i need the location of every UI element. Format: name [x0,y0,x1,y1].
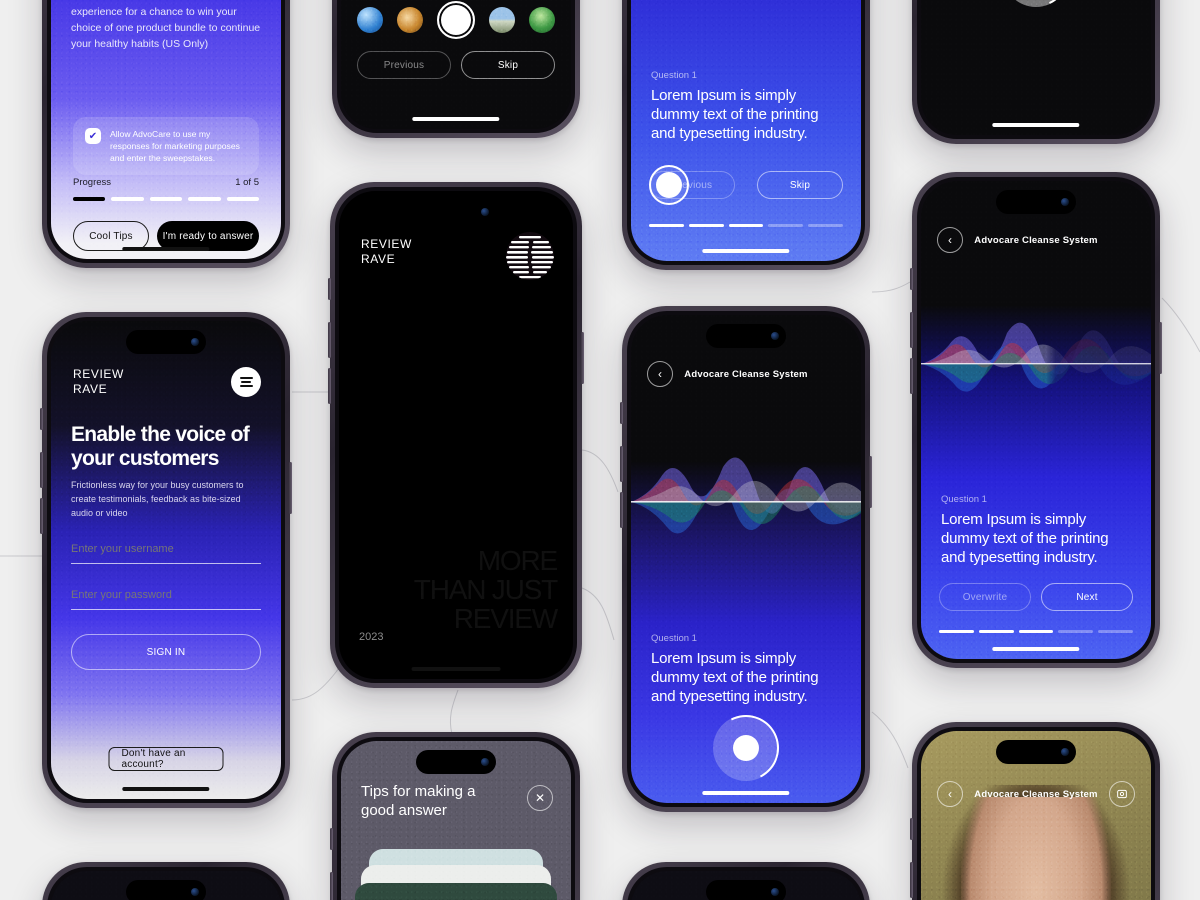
sign-in-button[interactable]: SIGN IN [71,634,261,670]
question-label: Question 1 [941,493,987,505]
close-icon[interactable]: ✕ [527,785,553,811]
avatar-beach-scene[interactable] [489,7,515,33]
phone-hero-splash: REVIEW RAVE MORE THAN JUST REVIEW 2023 [328,182,584,688]
consent-checkbox[interactable]: ✔ [85,128,101,144]
skip-button[interactable]: Skip [757,171,843,199]
hero-year: 2023 [359,631,384,643]
phone-question-blue: Question 1 Lorem Ipsum is simply dummy t… [622,0,870,270]
record-button[interactable] [649,165,689,205]
phone-sign-in: REVIEW RAVE Enable the voice of your cus… [40,312,292,808]
brand-line-1: REVIEW [73,367,124,381]
progress-row: Progress 1 of 5 [73,177,259,188]
phone-record-dark [912,0,1160,144]
phone-consent-progress: experience for a chance to win your choi… [42,0,290,268]
brand-wordmark: REVIEW RAVE [361,237,412,267]
header-title: Advocare Cleanse System [974,788,1098,800]
question-block: Question 1 Lorem Ipsum is simply dummy t… [651,70,841,143]
consent-card[interactable]: ✔ Allow AdvoCare to use my responses for… [73,117,259,176]
phone-recording-waveform: ‹ Advocare Cleanse System Question 1 Lor… [620,306,872,812]
consent-text: Allow AdvoCare to use my responses for m… [110,129,240,164]
app-header: ‹ Advocare Cleanse System [921,781,1151,807]
back-icon[interactable]: ‹ [937,227,963,253]
password-input[interactable] [71,589,261,610]
review-progress-segments [939,629,1133,633]
phone-avatar-picker: and typesetting industry. DEAD XX Previo… [332,0,580,138]
tip-card-front[interactable]: #1 Tip [355,883,557,900]
brand-line-2: RAVE [361,252,396,266]
back-icon[interactable]: ‹ [647,361,673,387]
app-header: ‹ Advocare Cleanse System [921,227,1151,253]
review-actions: Overwrite Next [939,583,1133,611]
brand-line-2: RAVE [73,382,108,396]
tips-heading: Tips for making a good answer [361,783,476,819]
consent-body-text: experience for a chance to win your choi… [71,6,261,50]
audio-waveform [921,322,1151,392]
avatar-orange-object[interactable] [397,7,423,33]
question-block: Question 1 Lorem Ipsum is simply dummy t… [651,633,841,706]
back-icon[interactable]: ‹ [937,781,963,807]
progress-segments [73,197,260,201]
brand-wordmark: REVIEW RAVE [73,367,124,397]
question-label: Question 1 [651,69,697,81]
question-block: Question 1 Lorem Ipsum is simply dummy t… [941,494,1131,567]
question-progress-segments [649,223,843,227]
previous-button[interactable]: Previous [357,51,451,79]
avatar-record-active[interactable] [437,1,475,39]
progress-label: Progress [73,177,112,188]
ui-showcase-canvas: experience for a chance to win your choi… [0,0,1200,900]
subject-face [961,797,1111,900]
avatar-row [357,1,555,39]
audio-waveform [631,457,861,534]
striped-sphere-logo [506,232,554,280]
headline-line-2: THAN JUST [413,573,558,605]
skip-button[interactable]: Skip [461,51,555,79]
question-text: Lorem Ipsum is simply dummy text of the … [651,86,819,142]
hamburger-menu-icon[interactable] [231,367,261,397]
brand-line-1: REVIEW [361,237,412,251]
hero-headline: MORE THAN JUST REVIEW [379,544,558,634]
question-actions: Previous Skip [649,165,843,205]
avatar-blue-marble[interactable] [357,7,383,33]
page-subtitle: Frictionless way for your busy customers… [71,480,244,518]
image-swap-icon[interactable] [1109,781,1135,807]
avatar-green-earth[interactable] [529,7,555,33]
phone-review-waveform: ‹ Advocare Cleanse System Question 1 Lor… [910,172,1162,668]
question-text: Lorem Ipsum is simply dummy text of the … [651,650,819,706]
next-button[interactable]: Next [1041,583,1133,611]
record-button[interactable] [713,715,779,781]
phone-stub-bottom-left [42,862,290,900]
avatar-actions: Previous Skip [357,51,555,79]
overwrite-button[interactable]: Overwrite [939,583,1031,611]
headline-line-3: REVIEW [453,602,558,634]
question-label: Question 1 [651,633,697,644]
page-title: Enable the voice of your customers [71,423,250,470]
phone-tips-sheet: Tips for making a good answer ✕ #1 Tip [330,732,580,900]
question-text: Lorem Ipsum is simply dummy text of the … [941,510,1109,566]
record-button[interactable] [993,0,1079,17]
progress-count: 1 of 5 [235,177,259,188]
header-title: Advocare Cleanse System [684,368,808,380]
phone-selfie-capture: ‹ Advocare Cleanse System [910,722,1160,900]
app-header: ‹ Advocare Cleanse System [631,361,861,387]
username-input[interactable] [71,543,261,564]
phone-stub-bottom-center [622,862,870,900]
create-account-button[interactable]: Don't have an account? [108,747,224,771]
header-title: Advocare Cleanse System [974,234,1098,246]
headline-line-1: MORE [477,544,558,576]
